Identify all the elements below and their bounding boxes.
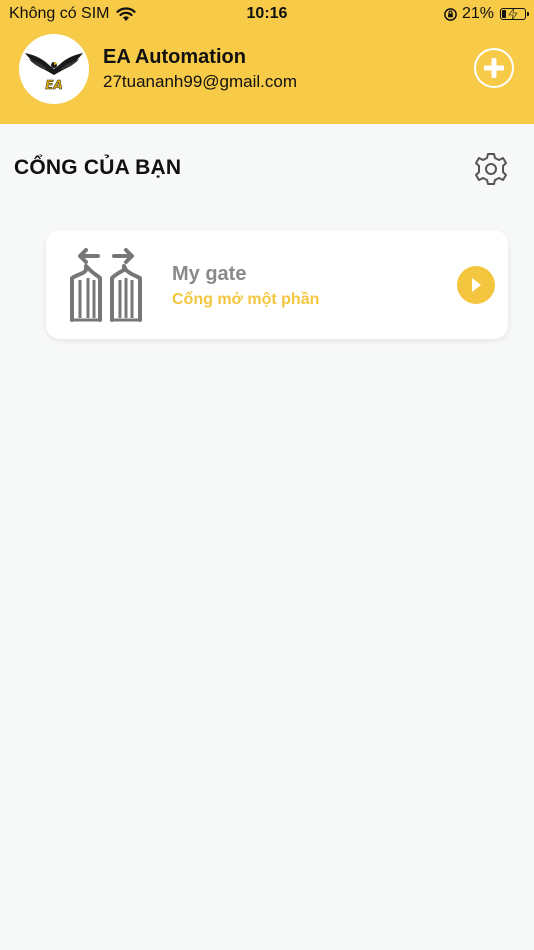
section-title: CỔNG CỦA BẠN: [14, 156, 182, 179]
avatar[interactable]: EA: [19, 34, 89, 104]
gear-icon: [475, 153, 507, 185]
user-email: 27tuananh99@gmail.com: [103, 72, 297, 91]
play-icon: [472, 278, 481, 292]
app-header: Không có SIM 10:16 21% EA EA Automation …: [0, 0, 534, 124]
rotation-lock-icon: [444, 7, 457, 21]
user-name: EA Automation: [103, 46, 246, 68]
gate-open-button[interactable]: [457, 266, 495, 304]
status-bar: Không có SIM 10:16 21%: [0, 0, 534, 28]
plus-icon: [484, 58, 504, 78]
sliding-gate-icon: [70, 248, 142, 322]
gate-card[interactable]: My gate Cổng mở một phần: [46, 230, 508, 339]
charging-bolt-icon: [508, 8, 518, 20]
battery-icon: [500, 8, 529, 20]
status-right-group: 21%: [443, 5, 529, 23]
settings-button[interactable]: [473, 151, 509, 187]
gate-name: My gate: [172, 263, 247, 285]
logo-text: EA: [45, 78, 62, 92]
battery-percent: 21%: [461, 5, 494, 22]
gate-status: Cổng mở một phần: [172, 291, 320, 308]
eagle-logo-icon: EA: [25, 53, 83, 92]
battery-fill: [502, 10, 507, 18]
add-gate-button[interactable]: [474, 48, 514, 88]
